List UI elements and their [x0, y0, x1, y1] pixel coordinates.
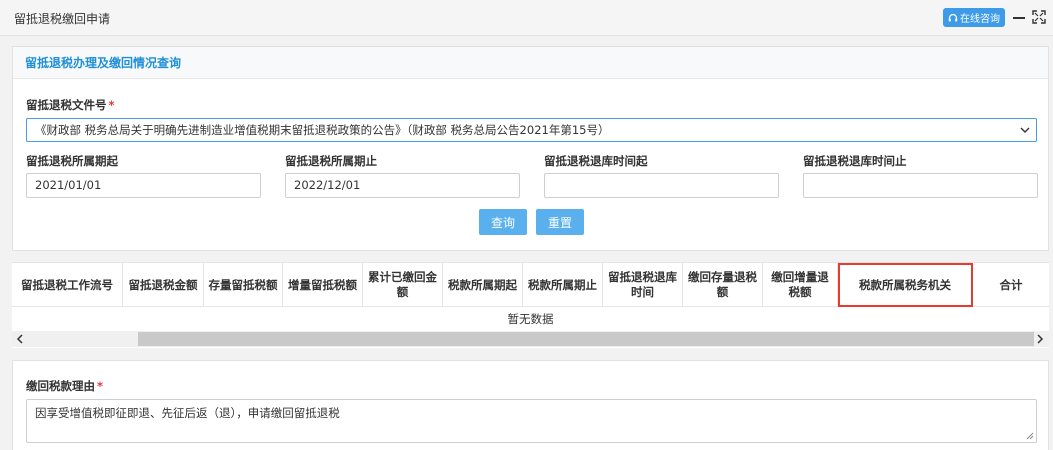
empty-table-message: 暂无数据 — [507, 312, 554, 326]
column-header: 税款所属期起 — [443, 263, 523, 307]
column-header-tax-authority: 税款所属税务机关 — [838, 263, 973, 307]
column-header: 缴回存量退税额 — [683, 263, 763, 307]
column-header: 累计已缴回金额 — [363, 263, 443, 307]
column-header: 留抵退税退库时间 — [603, 263, 683, 307]
reason-textarea[interactable]: 因享受增值税即征即退、先征后返（退），申请缴回留抵退税 — [26, 399, 1037, 443]
query-panel: 留抵退税办理及缴回情况查询 留抵退税文件号 * 《财政部 税务总局关于明确先进制造… — [12, 46, 1049, 251]
doc-number-select[interactable]: 《财政部 税务总局关于明确先进制造业增值税期末留抵退税政策的公告》（财政部 税务… — [26, 118, 1037, 142]
column-header: 留抵退税工作流号 — [12, 263, 123, 307]
horizontal-scrollbar[interactable] — [12, 331, 1049, 347]
column-header: 存量留抵税额 — [204, 263, 283, 307]
refund-table: 留抵退税工作流号 留抵退税金额 存量留抵税额 增量留抵税额 累计已缴回金额 税款… — [12, 262, 1049, 348]
refund-time-start-input[interactable] — [544, 173, 779, 198]
reason-text: 因享受增值税即征即退、先征后返（退），申请缴回留抵退税 — [35, 406, 340, 420]
refund-time-end-input[interactable] — [803, 173, 1038, 198]
period-start-input[interactable]: 2021/01/01 — [26, 173, 261, 198]
online-consult-label: 在线咨询 — [960, 14, 1000, 25]
chevron-down-icon — [1020, 127, 1030, 133]
window-titlebar: 留抵退税缴回申请 在线咨询 — [0, 0, 1053, 36]
reason-label: 缴回税款理由 * — [26, 379, 104, 393]
expand-icon[interactable] — [1032, 10, 1046, 24]
table-header-row: 留抵退税工作流号 留抵退税金额 存量留抵税额 增量留抵税额 累计已缴回金额 税款… — [12, 263, 1049, 307]
column-header: 增量留抵税额 — [283, 263, 363, 307]
period-start-label: 留抵退税所属期起 — [26, 154, 118, 168]
column-header: 留抵退税金额 — [123, 263, 204, 307]
query-button[interactable]: 查询 — [479, 209, 527, 235]
column-header: 合计 — [999, 277, 1023, 292]
period-end-input[interactable]: 2022/12/01 — [285, 173, 520, 198]
headset-icon — [948, 13, 958, 21]
scrollbar-thumb[interactable] — [138, 332, 1034, 346]
minimize-icon[interactable] — [1013, 10, 1025, 24]
refund-time-end-label: 留抵退税退库时间止 — [803, 154, 907, 168]
scroll-right-icon[interactable] — [1034, 333, 1046, 345]
resize-handle-icon[interactable] — [1024, 430, 1034, 440]
window-title: 留抵退税缴回申请 — [14, 12, 111, 26]
scroll-left-icon[interactable] — [14, 333, 26, 345]
doc-number-label: 留抵退税文件号 * — [26, 98, 115, 112]
reason-panel: 缴回税款理由 * 因享受增值税即征即退、先征后返（退），申请缴回留抵退税 — [12, 360, 1049, 450]
doc-number-value: 《财政部 税务总局关于明确先进制造业增值税期末留抵退税政策的公告》（财政部 税务… — [35, 123, 610, 137]
refund-time-start-label: 留抵退税退库时间起 — [544, 154, 648, 168]
period-end-label: 留抵退税所属期止 — [285, 154, 377, 168]
query-panel-heading: 留抵退税办理及缴回情况查询 — [13, 47, 1048, 79]
reset-button[interactable]: 重置 — [536, 209, 584, 235]
column-header: 缴回增量退税额 — [763, 263, 838, 307]
column-header: 税款所属期止 — [523, 263, 603, 307]
online-consult-button[interactable]: 在线咨询 — [943, 8, 1005, 27]
